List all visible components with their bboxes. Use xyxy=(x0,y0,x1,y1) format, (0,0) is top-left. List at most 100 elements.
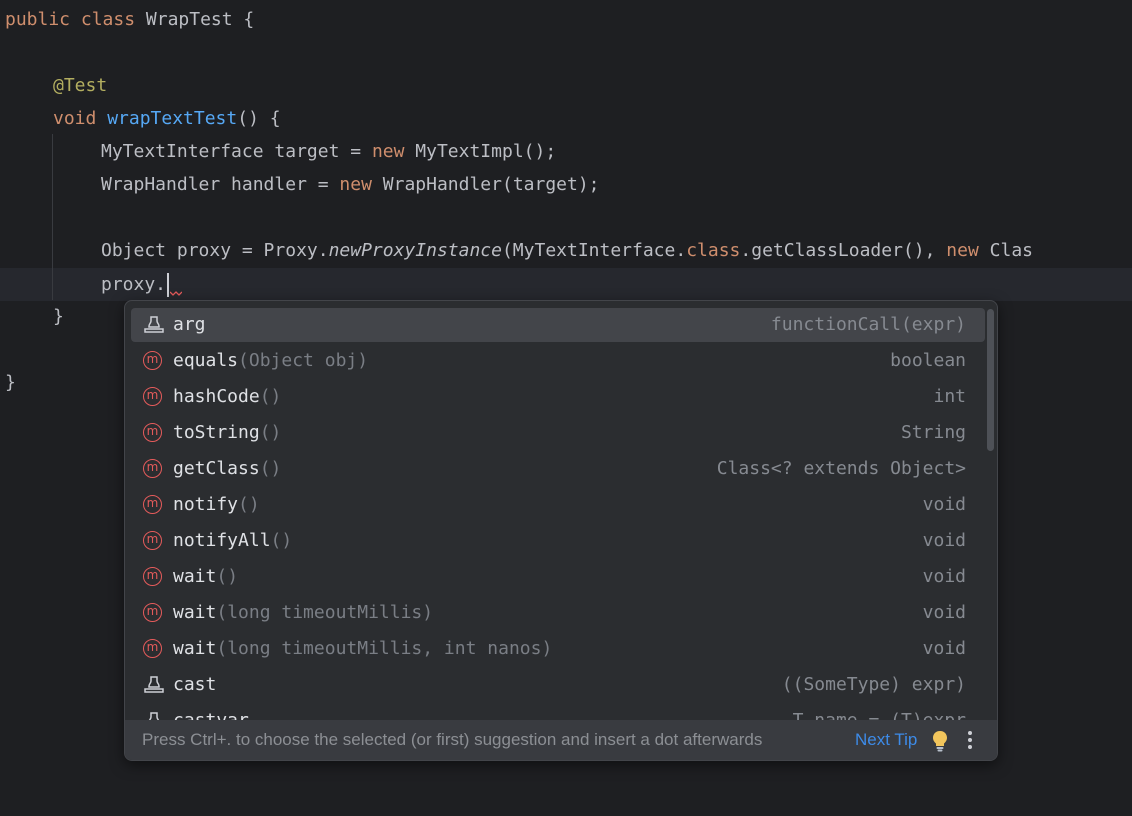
item-label: castvar xyxy=(173,710,249,720)
method-icon: m xyxy=(143,386,165,408)
completion-item[interactable]: castvar T name = (T)expr xyxy=(131,704,985,720)
completion-item[interactable]: m notifyAll() void xyxy=(131,524,985,558)
code-text: MyTextInterface target = xyxy=(101,141,372,162)
static-method-call: newProxyInstance xyxy=(328,240,502,261)
more-options-icon[interactable] xyxy=(963,728,977,752)
keyword: new xyxy=(946,240,979,261)
next-tip-link[interactable]: Next Tip xyxy=(855,720,917,760)
current-line-highlight xyxy=(0,268,1132,301)
code-line-5[interactable]: MyTextInterface target = new MyTextImpl(… xyxy=(101,135,556,168)
code-line-12[interactable]: } xyxy=(5,366,16,399)
keyword: new xyxy=(371,141,405,162)
keyword: class xyxy=(686,240,741,261)
item-label: cast xyxy=(173,674,217,695)
completion-item[interactable]: m hashCode() int xyxy=(131,380,985,414)
code-text: proxy. xyxy=(101,274,167,295)
template-icon xyxy=(143,674,165,696)
item-type: T name = (T)expr xyxy=(793,704,966,720)
item-label: wait xyxy=(173,602,217,623)
item-label: hashCode xyxy=(173,386,260,407)
item-type: void xyxy=(922,530,966,551)
template-icon xyxy=(143,314,165,336)
completion-item[interactable]: arg functionCall(expr) xyxy=(131,308,985,342)
code-line-3[interactable]: @Test xyxy=(53,69,107,102)
code-text: () { xyxy=(237,108,281,129)
completion-item[interactable]: m equals(Object obj) boolean xyxy=(131,344,985,378)
item-type: void xyxy=(922,494,966,515)
completion-item[interactable]: m notify() void xyxy=(131,488,985,522)
item-params: () xyxy=(238,494,260,515)
item-params: () xyxy=(216,566,239,587)
item-params: () xyxy=(259,422,282,443)
item-label: toString xyxy=(173,422,260,443)
item-label: arg xyxy=(173,314,206,335)
method-icon: m xyxy=(143,458,165,480)
code-line-6[interactable]: WrapHandler handler = new WrapHandler(ta… xyxy=(101,168,600,201)
completion-item[interactable]: m toString() String xyxy=(131,416,985,450)
item-type: void xyxy=(922,638,966,659)
code-text: Object proxy = Proxy. xyxy=(101,240,329,261)
item-label: wait xyxy=(173,638,217,659)
code-text: WrapHandler(target); xyxy=(371,174,600,195)
completion-item-name: castvar xyxy=(173,704,249,720)
method-icon: m xyxy=(143,530,165,552)
code-text: } xyxy=(53,306,64,327)
completion-hint: Press Ctrl+. to choose the selected (or … xyxy=(142,730,763,749)
keyword: new xyxy=(339,174,372,195)
item-type: functionCall(expr) xyxy=(770,314,966,335)
method-icon: m xyxy=(143,350,165,372)
code-line-1[interactable]: public class WrapTest { xyxy=(5,3,254,36)
code-text: } xyxy=(5,372,16,393)
code-line-9[interactable]: proxy. xyxy=(101,268,170,301)
item-params: () xyxy=(270,530,293,551)
item-params: () xyxy=(259,458,282,479)
item-params: (long timeoutMillis) xyxy=(216,602,434,623)
completion-popup[interactable]: arg functionCall(expr) m equals(Object obj)… xyxy=(124,300,998,761)
item-type: boolean xyxy=(890,350,966,371)
item-params: (Object obj) xyxy=(238,350,369,371)
method-icon: m xyxy=(143,566,165,588)
completion-item-name: getClass() xyxy=(173,452,281,486)
code-text: MyTextImpl(); xyxy=(404,141,557,162)
completion-item-name: notifyAll() xyxy=(173,524,292,558)
annotation: @Test xyxy=(53,75,108,96)
completion-item-name: arg xyxy=(173,308,206,342)
code-line-4[interactable]: void wrapTextTest() { xyxy=(53,102,281,135)
item-label: getClass xyxy=(173,458,260,479)
indent-guide xyxy=(52,134,53,300)
code-text: Clas xyxy=(978,240,1033,261)
method-icon: m xyxy=(143,638,165,660)
item-params: (long timeoutMillis, int nanos) xyxy=(216,638,553,659)
completion-item[interactable]: m wait() void xyxy=(131,560,985,594)
code-text: .getClassLoader(), xyxy=(740,240,947,261)
completion-item[interactable]: m wait(long timeoutMillis, int nanos) void xyxy=(131,632,985,666)
completion-item-name: wait() xyxy=(173,560,238,594)
item-type: ((SomeType) expr) xyxy=(781,674,966,695)
completion-item-name: cast xyxy=(173,668,216,702)
class-name: WrapTest xyxy=(145,9,233,30)
method-icon: m xyxy=(143,494,165,516)
method-icon: m xyxy=(143,422,165,444)
code-text: { xyxy=(232,9,255,30)
scrollbar-thumb[interactable] xyxy=(987,309,994,451)
completion-item[interactable]: m wait(long timeoutMillis) void xyxy=(131,596,985,630)
item-type: String xyxy=(900,422,966,443)
completion-item-name: notify() xyxy=(173,488,260,522)
code-line-8[interactable]: Object proxy = Proxy.newProxyInstance(My… xyxy=(101,234,1033,267)
text-caret xyxy=(167,273,170,297)
item-type: int xyxy=(933,386,966,407)
code-line-10[interactable]: } xyxy=(53,300,64,333)
completion-item[interactable]: cast ((SomeType) expr) xyxy=(131,668,985,702)
completion-item-name: wait(long timeoutMillis, int nanos) xyxy=(173,632,552,666)
item-type: Class<? extends Object> xyxy=(716,458,966,479)
completion-footer: Press Ctrl+. to choose the selected (or … xyxy=(125,720,997,760)
keyword: void xyxy=(53,108,108,129)
item-params: () xyxy=(259,386,282,407)
completion-list[interactable]: arg functionCall(expr) m equals(Object obj)… xyxy=(125,308,997,720)
completion-item-name: wait(long timeoutMillis) xyxy=(173,596,433,630)
error-squiggle xyxy=(170,291,182,296)
item-label: notify xyxy=(173,494,239,515)
completion-item-name: hashCode() xyxy=(173,380,281,414)
completion-item[interactable]: m getClass() Class<? extends Object> xyxy=(131,452,985,486)
method-name: wrapTextTest xyxy=(107,108,238,129)
